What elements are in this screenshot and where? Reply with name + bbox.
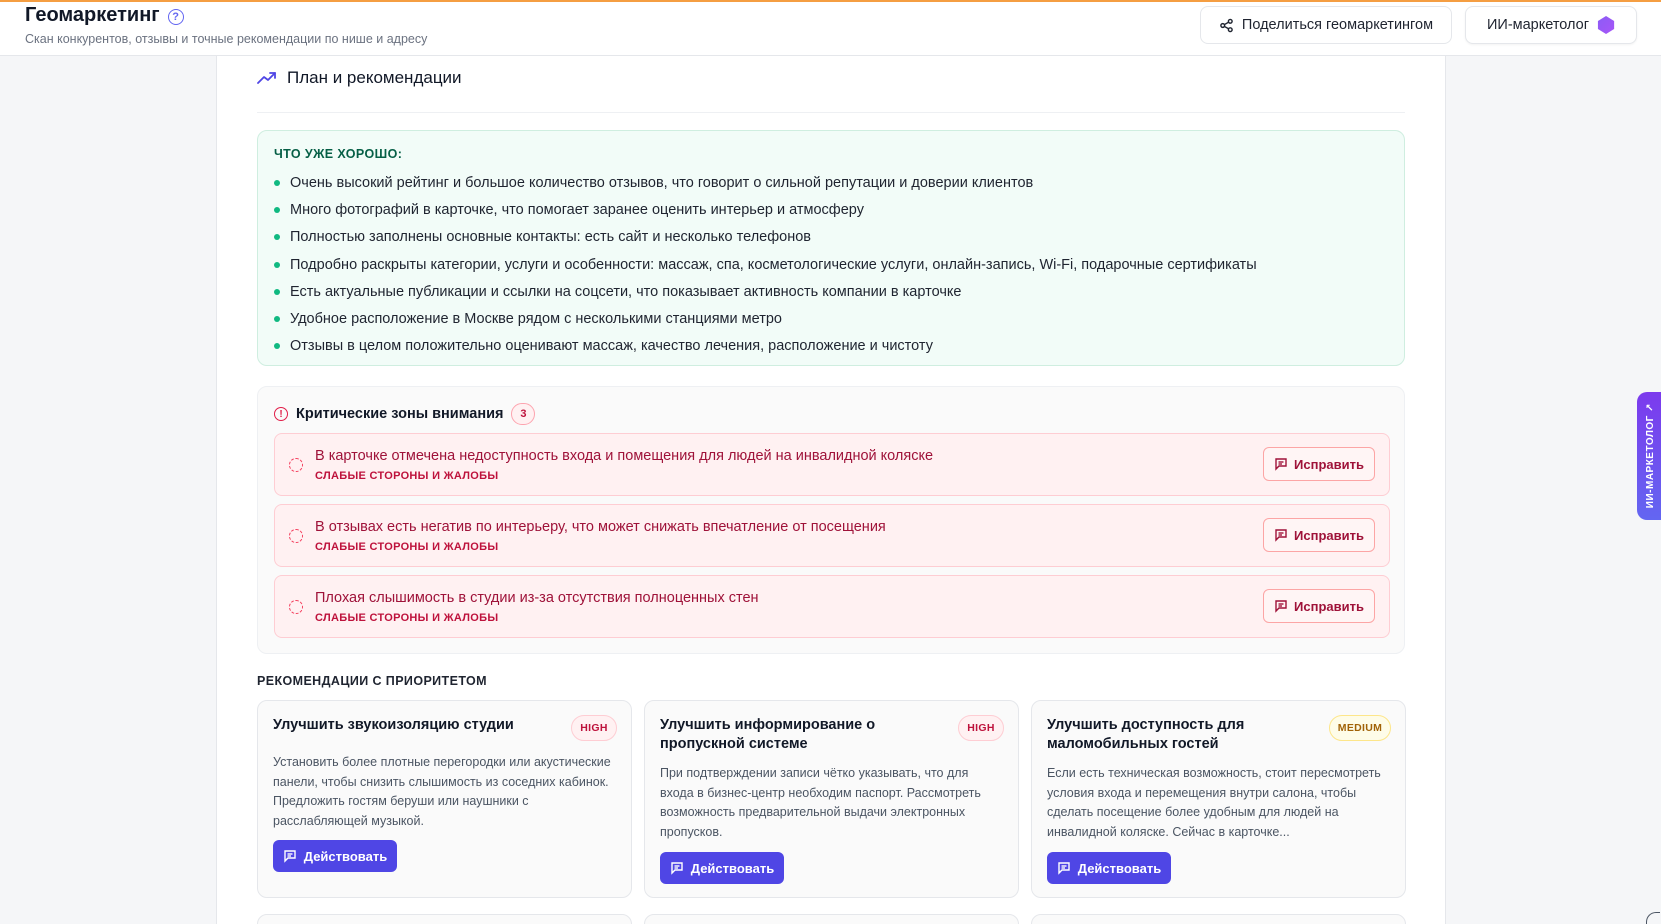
strengths-box: ЧТО УЖЕ ХОРОШО: Очень высокий рейтинг и … <box>257 130 1405 366</box>
card-title: Улучшить звукоизоляцию студии <box>273 717 514 733</box>
act-button[interactable]: Действовать <box>273 840 397 872</box>
alert-circle-icon: ! <box>274 407 288 421</box>
ai-marketer-button[interactable]: ИИ-маркетолог <box>1465 6 1637 44</box>
critical-item-text: В отзывах есть негатив по интерьеру, что… <box>315 519 886 535</box>
bullet-dot-icon <box>274 206 280 213</box>
act-button[interactable]: Действовать <box>1047 852 1171 884</box>
fix-button[interactable]: Исправить <box>1263 589 1375 623</box>
section-divider <box>257 112 1405 113</box>
message-icon <box>671 862 683 875</box>
section-title: План и рекомендации <box>287 68 462 87</box>
critical-item-tag: СЛАБЫЕ СТОРОНЫ И ЖАЛОБЫ <box>315 612 499 624</box>
critical-item-text: В карточке отмечена недоступность входа … <box>315 448 934 464</box>
card-description: Установить более плотные перегородки или… <box>273 755 611 828</box>
help-icon[interactable]: ? <box>167 8 184 25</box>
share-button-label: Поделиться геомаркетингом <box>1241 17 1434 33</box>
trending-up-icon <box>257 72 276 84</box>
critical-item: В отзывах есть негатив по интерьеру, что… <box>274 504 1390 567</box>
recommendation-card-next <box>257 914 632 924</box>
share-button[interactable]: Поделиться геомаркетингом <box>1200 6 1452 44</box>
card-title: Улучшить доступность для маломобильных г… <box>1047 717 1245 752</box>
message-icon <box>1058 862 1070 875</box>
list-item: Много фотографий в карточке, что помогае… <box>274 196 1257 223</box>
ai-marketer-side-tab[interactable]: ИИ-МАРКЕТОЛОГ ↗ <box>1637 392 1661 520</box>
recommendations-title: РЕКОМЕНДАЦИИ С ПРИОРИТЕТОМ <box>257 674 487 688</box>
bullet-dot-icon <box>274 179 280 186</box>
message-icon <box>1275 458 1287 471</box>
ai-marketer-label: ИИ-маркетолог <box>1486 17 1590 33</box>
critical-item: Плохая слышимость в студии из-за отсутст… <box>274 575 1390 638</box>
priority-badge: HIGH <box>571 715 617 741</box>
fix-button[interactable]: Исправить <box>1263 447 1375 481</box>
priority-badge: HIGH <box>958 715 1004 741</box>
recommendation-card: Улучшить звукоизоляцию студии HIGH Устан… <box>257 700 632 898</box>
page-title-row: Геомаркетинг ? <box>25 4 184 27</box>
main-panel: План и рекомендации ЧТО УЖЕ ХОРОШО: Очен… <box>216 56 1446 924</box>
critical-item: В карточке отмечена недоступность входа … <box>274 433 1390 496</box>
critical-count-badge: 3 <box>511 403 536 425</box>
dashed-circle-icon <box>289 600 303 614</box>
recommendation-card: Улучшить информирование о пропускной сис… <box>644 700 1019 898</box>
section-header: План и рекомендации <box>257 68 462 88</box>
critical-zones-title: Критические зоны внимания <box>296 406 504 422</box>
list-item: Очень высокий рейтинг и большое количест… <box>274 169 1257 196</box>
list-item: Есть актуальные публикации и ссылки на с… <box>274 278 1257 305</box>
recommendation-card-next <box>644 914 1019 924</box>
list-item: Отзывы в целом положительно оценивают ма… <box>274 333 1257 360</box>
message-icon <box>1275 529 1287 542</box>
critical-item-text: Плохая слышимость в студии из-за отсутст… <box>315 590 759 606</box>
list-item: Удобное расположение в Москве рядом с не… <box>274 305 1257 332</box>
bullet-dot-icon <box>274 288 280 295</box>
dashed-circle-icon <box>289 458 303 472</box>
priority-badge: MEDIUM <box>1329 715 1391 741</box>
dashed-circle-icon <box>289 529 303 543</box>
gem-icon <box>1597 16 1615 34</box>
strengths-list: Очень высокий рейтинг и большое количест… <box>274 169 1257 360</box>
act-button[interactable]: Действовать <box>660 852 784 884</box>
fix-button[interactable]: Исправить <box>1263 518 1375 552</box>
page-subtitle: Скан конкурентов, отзывы и точные рекоме… <box>25 32 428 46</box>
share-icon <box>1220 18 1233 32</box>
bullet-dot-icon <box>274 343 280 350</box>
card-description: Если есть техническая возможность, стоит… <box>1047 766 1381 839</box>
bullet-dot-icon <box>274 261 280 268</box>
page-header: Геомаркетинг ? Скан конкурентов, отзывы … <box>0 2 1661 56</box>
recommendation-card: Улучшить доступность для маломобильных г… <box>1031 700 1406 898</box>
card-description: При подтверждении записи чётко указывать… <box>660 766 981 839</box>
message-icon <box>284 850 296 863</box>
strengths-title: ЧТО УЖЕ ХОРОШО: <box>274 147 403 161</box>
critical-zones-box: ! Критические зоны внимания 3 В карточке… <box>257 386 1405 654</box>
message-icon <box>1275 600 1287 613</box>
page-title: Геомаркетинг <box>25 4 160 26</box>
recommendation-card-next <box>1031 914 1406 924</box>
bullet-dot-icon <box>274 234 280 241</box>
critical-zones-header: ! Критические зоны внимания 3 <box>274 403 536 425</box>
critical-item-tag: СЛАБЫЕ СТОРОНЫ И ЖАЛОБЫ <box>315 470 499 482</box>
bullet-dot-icon <box>274 316 280 323</box>
list-item: Полностью заполнены основные контакты: е… <box>274 224 1257 251</box>
side-tab-label: ИИ-МАРКЕТОЛОГ ↗ <box>1644 403 1656 509</box>
list-item: Подробно раскрыты категории, услуги и ос… <box>274 251 1257 278</box>
card-title: Улучшить информирование о пропускной сис… <box>660 717 876 752</box>
window-corner <box>1646 912 1660 924</box>
critical-item-tag: СЛАБЫЕ СТОРОНЫ И ЖАЛОБЫ <box>315 541 499 553</box>
